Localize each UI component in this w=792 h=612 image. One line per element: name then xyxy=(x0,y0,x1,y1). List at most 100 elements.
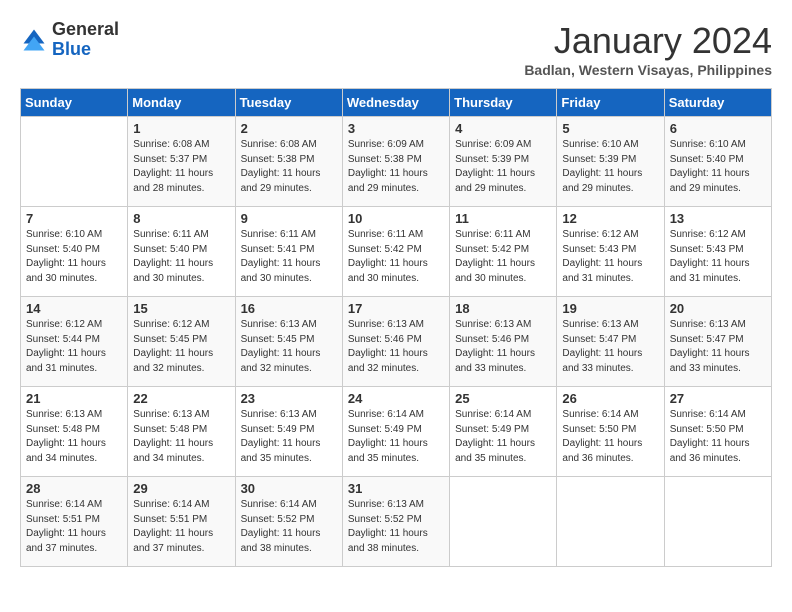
day-info: Sunrise: 6:08 AMSunset: 5:38 PMDaylight:… xyxy=(241,138,337,196)
calendar-cell: 26 Sunrise: 6:14 AMSunset: 5:50 PMDayligh… xyxy=(557,387,664,477)
calendar-cell xyxy=(664,477,771,567)
calendar-week-row: 28 Sunrise: 6:14 AMSunset: 5:51 PMDayligh… xyxy=(21,477,772,567)
calendar-cell: 11 Sunrise: 6:11 AMSunset: 5:42 PMDayligh… xyxy=(450,207,557,297)
day-number: 31 xyxy=(348,481,444,496)
day-info: Sunrise: 6:14 AMSunset: 5:50 PMDaylight:… xyxy=(562,408,658,466)
day-number: 30 xyxy=(241,481,337,496)
day-number: 21 xyxy=(26,391,122,406)
calendar-header-row: SundayMondayTuesdayWednesdayThursdayFrid… xyxy=(21,89,772,117)
calendar-cell: 9Sunrise: 6:11 AMSunset: 5:41 PMDaylight… xyxy=(235,207,342,297)
day-number: 27 xyxy=(670,391,766,406)
day-info: Sunrise: 6:13 AMSunset: 5:47 PMDaylight:… xyxy=(562,318,658,376)
day-number: 10 xyxy=(348,211,444,226)
calendar-cell xyxy=(450,477,557,567)
calendar-cell: 21Sunrise: 6:13 AMSunset: 5:48 PMDayligh… xyxy=(21,387,128,477)
calendar-cell: 18 Sunrise: 6:13 AMSunset: 5:46 PMDayligh… xyxy=(450,297,557,387)
calendar-cell: 28 Sunrise: 6:14 AMSunset: 5:51 PMDayligh… xyxy=(21,477,128,567)
column-header-wednesday: Wednesday xyxy=(342,89,449,117)
day-info: Sunrise: 6:11 AMSunset: 5:42 PMDaylight:… xyxy=(348,228,444,286)
day-number: 8 xyxy=(133,211,229,226)
day-number: 4 xyxy=(455,121,551,136)
day-info: Sunrise: 6:10 AMSunset: 5:39 PMDaylight:… xyxy=(562,138,658,196)
day-info: Sunrise: 6:14 AMSunset: 5:51 PMDaylight:… xyxy=(133,498,229,556)
calendar-cell: 19 Sunrise: 6:13 AMSunset: 5:47 PMDayligh… xyxy=(557,297,664,387)
logo-icon xyxy=(20,26,48,54)
month-title: January 2024 xyxy=(524,20,772,62)
day-number: 12 xyxy=(562,211,658,226)
calendar-cell xyxy=(557,477,664,567)
day-info: Sunrise: 6:11 AMSunset: 5:42 PMDaylight:… xyxy=(455,228,551,286)
calendar-cell: 16 Sunrise: 6:13 AMSunset: 5:45 PMDayligh… xyxy=(235,297,342,387)
day-number: 16 xyxy=(241,301,337,316)
day-info: Sunrise: 6:12 AMSunset: 5:44 PMDaylight:… xyxy=(26,318,122,376)
day-info: Sunrise: 6:10 AMSunset: 5:40 PMDaylight:… xyxy=(26,228,122,286)
day-number: 5 xyxy=(562,121,658,136)
day-info: Sunrise: 6:13 AMSunset: 5:46 PMDaylight:… xyxy=(455,318,551,376)
day-info: Sunrise: 6:11 AMSunset: 5:41 PMDaylight:… xyxy=(241,228,337,286)
calendar-week-row: 14 Sunrise: 6:12 AMSunset: 5:44 PMDayligh… xyxy=(21,297,772,387)
day-info: Sunrise: 6:12 AMSunset: 5:43 PMDaylight:… xyxy=(562,228,658,286)
calendar-cell: 13 Sunrise: 6:12 AMSunset: 5:43 PMDayligh… xyxy=(664,207,771,297)
day-number: 24 xyxy=(348,391,444,406)
day-number: 18 xyxy=(455,301,551,316)
logo: General Blue xyxy=(20,20,119,60)
day-number: 1 xyxy=(133,121,229,136)
location: Badlan, Western Visayas, Philippines xyxy=(524,62,772,78)
calendar-cell: 3 Sunrise: 6:09 AMSunset: 5:38 PMDaylight… xyxy=(342,117,449,207)
day-number: 26 xyxy=(562,391,658,406)
day-info: Sunrise: 6:12 AMSunset: 5:45 PMDaylight:… xyxy=(133,318,229,376)
page-header: General Blue January 2024 Badlan, Wester… xyxy=(20,20,772,78)
day-info: Sunrise: 6:13 AMSunset: 5:45 PMDaylight:… xyxy=(241,318,337,376)
calendar-cell: 5 Sunrise: 6:10 AMSunset: 5:39 PMDaylight… xyxy=(557,117,664,207)
calendar-cell: 24 Sunrise: 6:14 AMSunset: 5:49 PMDayligh… xyxy=(342,387,449,477)
day-number: 13 xyxy=(670,211,766,226)
day-number: 28 xyxy=(26,481,122,496)
day-number: 3 xyxy=(348,121,444,136)
day-info: Sunrise: 6:12 AMSunset: 5:43 PMDaylight:… xyxy=(670,228,766,286)
day-info: Sunrise: 6:14 AMSunset: 5:50 PMDaylight:… xyxy=(670,408,766,466)
column-header-thursday: Thursday xyxy=(450,89,557,117)
day-info: Sunrise: 6:13 AMSunset: 5:48 PMDaylight:… xyxy=(133,408,229,466)
day-info: Sunrise: 6:09 AMSunset: 5:38 PMDaylight:… xyxy=(348,138,444,196)
calendar-cell: 25Sunrise: 6:14 AMSunset: 5:49 PMDayligh… xyxy=(450,387,557,477)
calendar-cell: 20 Sunrise: 6:13 AMSunset: 5:47 PMDayligh… xyxy=(664,297,771,387)
column-header-friday: Friday xyxy=(557,89,664,117)
day-info: Sunrise: 6:14 AMSunset: 5:51 PMDaylight:… xyxy=(26,498,122,556)
day-number: 29 xyxy=(133,481,229,496)
day-info: Sunrise: 6:09 AMSunset: 5:39 PMDaylight:… xyxy=(455,138,551,196)
calendar-cell: 15 Sunrise: 6:12 AMSunset: 5:45 PMDayligh… xyxy=(128,297,235,387)
day-number: 25 xyxy=(455,391,551,406)
calendar-cell: 8Sunrise: 6:11 AMSunset: 5:40 PMDaylight… xyxy=(128,207,235,297)
calendar-week-row: 7 Sunrise: 6:10 AMSunset: 5:40 PMDaylight… xyxy=(21,207,772,297)
day-number: 14 xyxy=(26,301,122,316)
day-info: Sunrise: 6:13 AMSunset: 5:49 PMDaylight:… xyxy=(241,408,337,466)
column-header-monday: Monday xyxy=(128,89,235,117)
day-info: Sunrise: 6:14 AMSunset: 5:49 PMDaylight:… xyxy=(348,408,444,466)
column-header-tuesday: Tuesday xyxy=(235,89,342,117)
day-info: Sunrise: 6:13 AMSunset: 5:52 PMDaylight:… xyxy=(348,498,444,556)
calendar-cell: 1Sunrise: 6:08 AMSunset: 5:37 PMDaylight… xyxy=(128,117,235,207)
calendar-cell: 27 Sunrise: 6:14 AMSunset: 5:50 PMDayligh… xyxy=(664,387,771,477)
day-info: Sunrise: 6:13 AMSunset: 5:47 PMDaylight:… xyxy=(670,318,766,376)
calendar-week-row: 21 Sunrise: 6:13 AMSunset: 5:48 PMDayligh… xyxy=(21,387,772,477)
column-header-sunday: Sunday xyxy=(21,89,128,117)
calendar-cell: 12 Sunrise: 6:12 AMSunset: 5:43 PMDayligh… xyxy=(557,207,664,297)
logo-general-text: General xyxy=(52,20,119,40)
day-number: 20 xyxy=(670,301,766,316)
calendar-cell: 2Sunrise: 6:08 AMSunset: 5:38 PMDaylight… xyxy=(235,117,342,207)
calendar-cell: 30 Sunrise: 6:14 AMSunset: 5:52 PMDayligh… xyxy=(235,477,342,567)
day-number: 7 xyxy=(26,211,122,226)
calendar-cell: 10 Sunrise: 6:11 AMSunset: 5:42 PMDayligh… xyxy=(342,207,449,297)
day-info: Sunrise: 6:10 AMSunset: 5:40 PMDaylight:… xyxy=(670,138,766,196)
day-number: 15 xyxy=(133,301,229,316)
calendar-cell: 4 Sunrise: 6:09 AMSunset: 5:39 PMDaylight… xyxy=(450,117,557,207)
day-number: 19 xyxy=(562,301,658,316)
day-number: 17 xyxy=(348,301,444,316)
day-info: Sunrise: 6:14 AMSunset: 5:52 PMDaylight:… xyxy=(241,498,337,556)
calendar-cell: 17Sunrise: 6:13 AMSunset: 5:46 PMDayligh… xyxy=(342,297,449,387)
calendar-cell: 31 Sunrise: 6:13 AMSunset: 5:52 PMDayligh… xyxy=(342,477,449,567)
logo-blue-text: Blue xyxy=(52,40,119,60)
day-number: 11 xyxy=(455,211,551,226)
calendar-cell: 23Sunrise: 6:13 AMSunset: 5:49 PMDayligh… xyxy=(235,387,342,477)
calendar-week-row: 1Sunrise: 6:08 AMSunset: 5:37 PMDaylight… xyxy=(21,117,772,207)
